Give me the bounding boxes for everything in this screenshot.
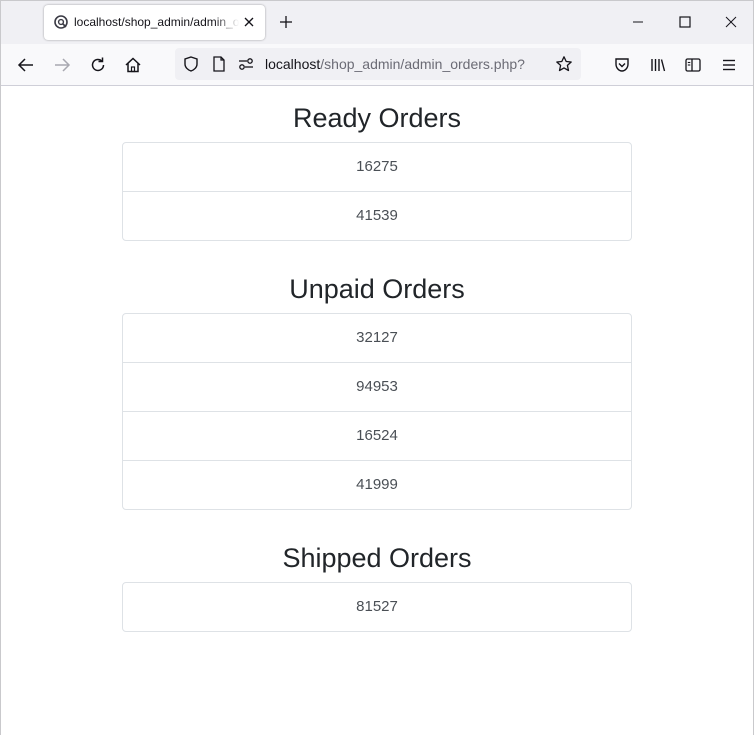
tab-title: localhost/shop_admin/admin_orders.php?	[74, 15, 239, 29]
shipped-orders-section: Shipped Orders 81527	[122, 542, 632, 632]
order-list: 32127 94953 16524 41999	[122, 313, 632, 510]
list-item[interactable]: 32127	[123, 314, 631, 363]
ready-orders-section: Ready Orders 16275 41539	[122, 102, 632, 241]
tab-admin-orders[interactable]: localhost/shop_admin/admin_orders.php?	[44, 5, 265, 40]
permissions-icon[interactable]	[237, 55, 255, 73]
list-item[interactable]: 41539	[123, 192, 631, 240]
globe-icon	[54, 15, 68, 29]
library-icon[interactable]	[649, 56, 667, 74]
list-item[interactable]: 16275	[123, 143, 631, 192]
pocket-icon[interactable]	[613, 56, 631, 74]
minimize-icon[interactable]	[631, 15, 645, 29]
maximize-icon[interactable]	[678, 15, 692, 29]
url-text[interactable]: localhost/shop_admin/admin_orders.php?	[265, 56, 525, 72]
plus-icon[interactable]	[279, 15, 293, 29]
page-content: Ready Orders 16275 41539 Unpaid Orders 3…	[1, 86, 753, 735]
section-title: Shipped Orders	[282, 543, 472, 573]
reload-icon[interactable]	[89, 56, 107, 74]
url-host: localhost	[265, 56, 321, 72]
shield-icon[interactable]	[182, 55, 200, 73]
list-item[interactable]: 81527	[123, 583, 631, 631]
menu-icon[interactable]	[720, 56, 738, 74]
sidebar-icon[interactable]	[684, 56, 702, 74]
tab-bar: localhost/shop_admin/admin_orders.php?	[1, 1, 753, 44]
page-icon[interactable]	[210, 55, 228, 73]
order-list: 81527	[122, 582, 632, 632]
forward-arrow-icon[interactable]	[53, 56, 71, 74]
url-path: /shop_admin/admin_orders.php?	[320, 56, 525, 72]
home-icon[interactable]	[124, 56, 142, 74]
window-close-icon[interactable]	[724, 15, 738, 29]
section-title: Unpaid Orders	[289, 274, 465, 304]
unpaid-orders-section: Unpaid Orders 32127 94953 16524 41999	[122, 273, 632, 510]
list-item[interactable]: 94953	[123, 363, 631, 412]
section-title: Ready Orders	[292, 103, 462, 133]
bookmark-star-icon[interactable]	[555, 55, 573, 73]
order-list: 16275 41539	[122, 142, 632, 241]
browser-window: localhost/shop_admin/admin_orders.php?	[0, 0, 754, 735]
list-item[interactable]: 16524	[123, 412, 631, 461]
back-arrow-icon[interactable]	[17, 56, 35, 74]
close-icon[interactable]	[242, 15, 256, 29]
list-item[interactable]: 41999	[123, 461, 631, 509]
navigation-bar: localhost/shop_admin/admin_orders.php?	[1, 44, 753, 86]
address-bar[interactable]: localhost/shop_admin/admin_orders.php?	[175, 48, 581, 80]
